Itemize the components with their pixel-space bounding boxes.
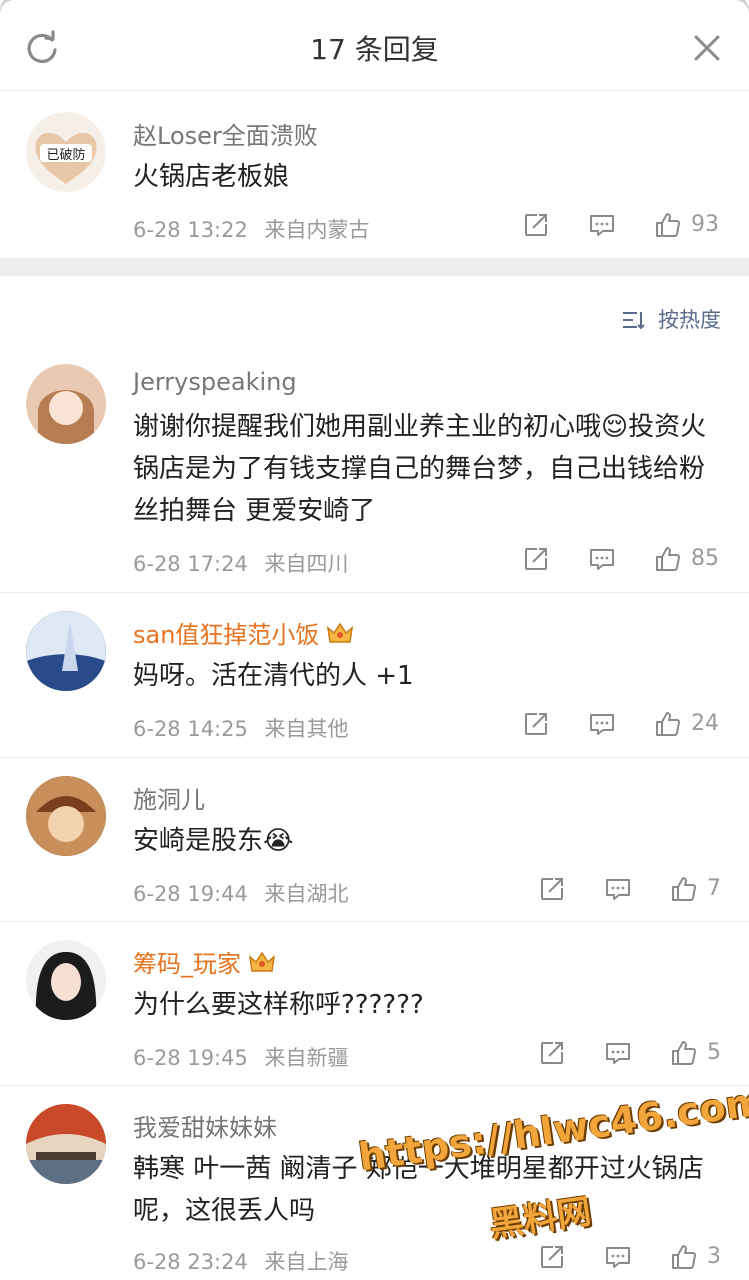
- avatar[interactable]: [26, 1104, 106, 1184]
- share-icon[interactable]: [537, 1038, 567, 1068]
- comment-actions: 5: [537, 1038, 721, 1072]
- like-icon[interactable]: [653, 709, 683, 739]
- comment-date: 6-28 19:45: [133, 1046, 248, 1070]
- comment-author[interactable]: 赵Loser全面溃败: [133, 116, 318, 151]
- comment-icon[interactable]: [603, 1242, 633, 1272]
- comment-location: 来自内蒙古: [264, 218, 370, 242]
- like-count: 7: [707, 876, 721, 901]
- comment-icon[interactable]: [603, 1038, 633, 1068]
- comment-meta: 6-28 19:45 来自新疆: [133, 1042, 349, 1072]
- comment-author[interactable]: Jerryspeaking: [133, 368, 297, 396]
- comment-location: 来自新疆: [264, 1046, 349, 1070]
- reply-item: 施洞儿 安崎是股东😭 6-28 19:44 来自湖北 7: [0, 758, 749, 922]
- author-name: 筹码_玩家: [133, 950, 241, 978]
- comment-icon[interactable]: [587, 210, 617, 240]
- like-icon[interactable]: [669, 1038, 699, 1068]
- reply-item: 我爱甜妹妹妹 韩寒 叶一茜 阚清子 郑恺一大堆明星都开过火锅店呢，这很丢人吗 6…: [0, 1086, 749, 1280]
- header-bar: 17 条回复: [0, 0, 749, 91]
- comment-author[interactable]: san值狂掉范小饭: [133, 615, 355, 650]
- like-icon[interactable]: [653, 210, 683, 240]
- comment-icon[interactable]: [587, 709, 617, 739]
- comment-meta: 6-28 14:25 来自其他: [133, 713, 349, 743]
- comment-date: 6-28 19:44: [133, 882, 248, 906]
- comment-meta: 6-28 13:22 来自内蒙古: [133, 214, 370, 244]
- like-icon[interactable]: [653, 544, 683, 574]
- section-divider: [0, 258, 749, 276]
- avatar-label: 已破防: [46, 148, 86, 163]
- comment-text: 妈呀。活在清代的人 +1: [133, 661, 414, 691]
- share-icon[interactable]: [537, 1242, 567, 1272]
- comment-actions: 3: [537, 1242, 721, 1276]
- comment-author[interactable]: 筹码_玩家: [133, 944, 277, 979]
- comment-date: 6-28 23:24: [133, 1250, 248, 1274]
- reply-item: san值狂掉范小饭 妈呀。活在清代的人 +1 6-28 14:25 来自其他 2…: [0, 593, 749, 757]
- vip-crown-icon: [325, 620, 355, 646]
- comment-actions: 85: [521, 544, 721, 578]
- comment-text: 为什么要这样称呼??????: [133, 990, 424, 1020]
- share-icon[interactable]: [537, 874, 567, 904]
- comment-meta: 6-28 17:24 来自四川: [133, 548, 349, 578]
- avatar[interactable]: 已破防: [26, 112, 106, 192]
- sort-label: 按热度: [658, 308, 721, 332]
- like-icon[interactable]: [669, 1242, 699, 1272]
- comment-author[interactable]: 施洞儿: [133, 780, 205, 815]
- comment-icon[interactable]: [587, 544, 617, 574]
- like-count: 85: [691, 546, 719, 571]
- avatar[interactable]: [26, 611, 106, 691]
- avatar[interactable]: [26, 364, 106, 444]
- comment-meta: 6-28 19:44 来自湖北: [133, 878, 349, 908]
- avatar[interactable]: [26, 776, 106, 856]
- sort-toggle[interactable]: 按热度: [621, 304, 721, 334]
- comment-actions: 24: [521, 709, 721, 743]
- page-title: 17 条回复: [310, 33, 439, 66]
- like-count: 24: [691, 711, 719, 736]
- vip-crown-icon: [247, 949, 277, 975]
- like-icon[interactable]: [669, 874, 699, 904]
- share-icon[interactable]: [521, 210, 551, 240]
- reply-item: 筹码_玩家 为什么要这样称呼?????? 6-28 19:45 来自新疆 5: [0, 922, 749, 1086]
- sort-icon: [623, 312, 646, 330]
- comment-author[interactable]: 我爱甜妹妹妹: [133, 1108, 277, 1143]
- comment-location: 来自其他: [264, 717, 349, 741]
- close-icon[interactable]: [687, 28, 727, 68]
- share-icon[interactable]: [521, 544, 551, 574]
- comment-text: 韩寒 叶一茜 阚清子 郑恺一大堆明星都开过火锅店呢，这很丢人吗: [133, 1154, 704, 1226]
- author-name: san值狂掉范小饭: [133, 621, 320, 649]
- comment-text: 安崎是股东😭: [133, 826, 294, 856]
- comment-text: 火锅店老板娘: [133, 162, 290, 192]
- comment-location: 来自湖北: [264, 882, 349, 906]
- comment-meta: 6-28 23:24 来自上海: [133, 1246, 349, 1276]
- comment-icon[interactable]: [603, 874, 633, 904]
- comment-actions: 93: [521, 210, 721, 244]
- comment-text: 谢谢你提醒我们她用副业养主业的初心哦😌投资火锅店是为了有钱支撑自己的舞台梦，自己…: [133, 412, 707, 526]
- like-count: 3: [707, 1244, 721, 1269]
- root-comment: 已破防 赵Loser全面溃败 火锅店老板娘 6-28 13:22 来自内蒙古 9…: [0, 90, 749, 258]
- share-icon[interactable]: [521, 709, 551, 739]
- comment-location: 来自四川: [264, 552, 349, 576]
- comment-actions: 7: [537, 874, 721, 908]
- reply-item: Jerryspeaking 谢谢你提醒我们她用副业养主业的初心哦😌投资火锅店是为…: [0, 350, 749, 592]
- avatar[interactable]: [26, 940, 106, 1020]
- comment-date: 6-28 17:24: [133, 552, 248, 576]
- comment-date: 6-28 13:22: [133, 218, 248, 242]
- comment-location: 来自上海: [264, 1250, 349, 1274]
- comment-date: 6-28 14:25: [133, 717, 248, 741]
- like-count: 93: [691, 212, 719, 237]
- like-count: 5: [707, 1040, 721, 1065]
